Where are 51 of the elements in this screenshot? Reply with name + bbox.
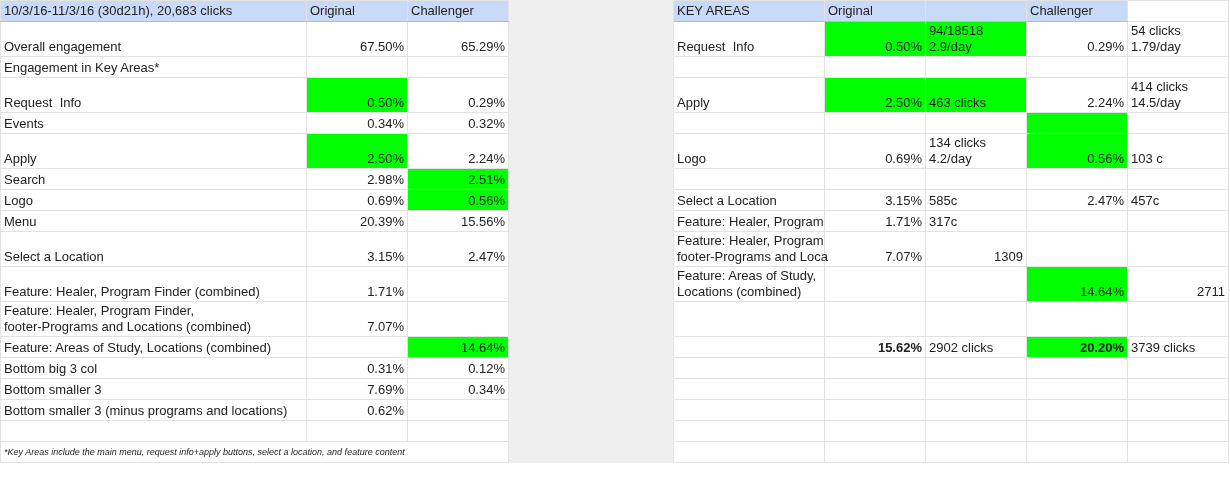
column-header: KEY AREAS	[673, 0, 825, 22]
table-cell: 2.47%	[407, 231, 509, 267]
row-label: Overall engagement	[0, 21, 307, 57]
table-cell: 94/18518 2.9/day	[925, 21, 1027, 57]
table-cell: 14.64%	[1026, 266, 1128, 302]
table-cell: 103 c	[1127, 133, 1229, 169]
row-label: Search	[0, 168, 307, 190]
table-cell: 134 clicks 4.2/day	[925, 133, 1027, 169]
row-label: Select a Location	[0, 231, 307, 267]
row-label: Bottom smaller 3 (minus programs and locations)	[0, 399, 307, 421]
row-label: Bottom big 3 col	[0, 357, 307, 379]
row-label: Bottom smaller 3	[0, 378, 307, 400]
table-cell: 0.29%	[1026, 21, 1128, 57]
row-label: Feature: Areas of Study, Locations (combined)	[0, 336, 307, 358]
row-label: Feature: Areas of Study, Locations (combined)	[673, 266, 825, 302]
table-cell: 2.24%	[407, 133, 509, 169]
table-cell: 0.69%	[824, 133, 926, 169]
footnote: *Key Areas include the main menu, request info+apply buttons, select a location, and feature content	[0, 441, 509, 463]
table-cell: 2.24%	[1026, 77, 1128, 113]
table-cell: 414 clicks 14.5/day	[1127, 77, 1229, 113]
row-label: Apply	[0, 133, 307, 169]
table-cell: 0.50%	[824, 21, 926, 57]
table-cell: 2.50%	[306, 133, 408, 169]
table-cell: 67.50%	[306, 21, 408, 57]
column-header: Original	[306, 0, 408, 22]
row-label: Logo	[0, 189, 307, 211]
row-label: Feature: Healer, Program Finder, footer-Programs and Locations (combined)	[0, 301, 307, 337]
row-label: Events	[0, 112, 307, 134]
table-cell: 2711	[1127, 266, 1229, 302]
row-label: Apply	[673, 77, 825, 113]
row-label: Request Info	[0, 77, 307, 113]
column-header: Original	[824, 0, 926, 22]
column-header: 10/3/16-11/3/16 (30d21h), 20,683 clicks	[0, 0, 307, 22]
table-cell: 3.15%	[306, 231, 408, 267]
column-header: Challenger	[1026, 0, 1128, 22]
table-cell: 1309	[925, 231, 1027, 267]
table-cell: 463 clicks	[925, 77, 1027, 113]
row-label: Feature: Healer, Program Finder (combined)	[0, 266, 307, 302]
table-cell: 0.29%	[407, 77, 509, 113]
row-label: Request Info	[673, 21, 825, 57]
table-cell: 7.07%	[306, 301, 408, 337]
table-cell: 1.71%	[306, 266, 408, 302]
row-label: Engagement in Key Areas*	[0, 56, 307, 78]
table-cell: 2.50%	[824, 77, 926, 113]
row-label: Menu	[0, 210, 307, 232]
row-label: Logo	[673, 133, 825, 169]
table-cell: 65.29%	[407, 21, 509, 57]
table-cell: 0.50%	[306, 77, 408, 113]
column-header: Challenger	[407, 0, 509, 22]
table-cell: 0.56%	[1026, 133, 1128, 169]
table-cell: 54 clicks 1.79/day	[1127, 21, 1229, 57]
